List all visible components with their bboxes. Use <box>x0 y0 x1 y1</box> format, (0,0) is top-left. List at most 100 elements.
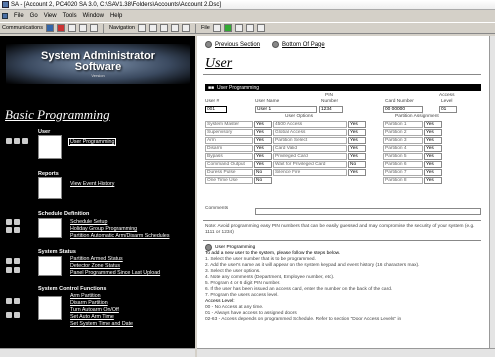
link-detector-zone-status[interactable]: Detector Zone Status <box>70 263 120 269</box>
partition-value[interactable]: Yes <box>424 137 442 144</box>
access-level-input[interactable]: 01 <box>439 106 457 113</box>
option-value[interactable]: Yes <box>348 121 366 128</box>
pin-header-line2: Number <box>321 99 339 104</box>
partition-value[interactable]: Yes <box>424 153 442 160</box>
option-value[interactable]: Yes <box>254 121 272 128</box>
forward-icon[interactable] <box>89 24 98 32</box>
left-nav-panel: System Administrator Software Version Ba… <box>0 36 195 348</box>
keypad-icon[interactable] <box>38 296 62 320</box>
schedule-icon[interactable] <box>38 218 62 238</box>
link-user-programming[interactable]: User Programming <box>68 138 117 146</box>
option-label: Duress Pulse <box>205 169 253 176</box>
menu-bar: File Go View Tools Window Help <box>0 11 495 21</box>
left-horizontal-scrollbar[interactable] <box>0 348 195 357</box>
find-icon[interactable] <box>256 24 265 32</box>
link-holiday-group[interactable]: Holiday Group Programming <box>70 226 137 232</box>
nav-home-icon[interactable] <box>170 24 179 32</box>
right-horizontal-scrollbar[interactable] <box>197 348 495 357</box>
menu-go[interactable]: Go <box>30 13 38 19</box>
option-label: Privileged Card <box>273 153 347 160</box>
user-small-icon <box>14 138 20 144</box>
partition-value[interactable]: Yes <box>424 129 442 136</box>
reports-icon[interactable] <box>38 177 62 199</box>
previous-section-button[interactable]: Previous Section <box>205 41 260 48</box>
link-arm-partition[interactable]: Arm Partition <box>70 293 101 299</box>
option-value[interactable]: Yes <box>254 137 272 144</box>
option-value[interactable]: Yes <box>254 161 272 168</box>
option-label: Command Output <box>205 161 253 168</box>
user-programming-bar: ■■ User Programming <box>205 84 481 91</box>
status-icon[interactable] <box>38 256 62 276</box>
menu-help[interactable]: Help <box>110 13 122 19</box>
status-small-icon <box>14 267 20 273</box>
option-value[interactable]: Yes <box>254 153 272 160</box>
partition-value[interactable]: Yes <box>424 169 442 176</box>
option-value[interactable]: No <box>254 177 272 184</box>
globe-icon[interactable] <box>67 24 76 32</box>
nav-refresh-icon[interactable] <box>181 24 190 32</box>
nav-page-icon[interactable] <box>137 24 146 32</box>
option-label: Supervisory <box>205 129 253 136</box>
page-title: User <box>205 56 233 71</box>
link-partition-armed-status[interactable]: Partition Armed Status <box>70 256 123 262</box>
user-programming-icon[interactable] <box>38 135 62 159</box>
option-value[interactable]: Yes <box>348 169 366 176</box>
link-autoarm-onoff[interactable]: Turn Autoarm On/Off <box>70 307 119 313</box>
pin-input[interactable]: 1234 <box>319 106 343 113</box>
link-view-event-history[interactable]: View Event History <box>70 181 114 187</box>
menu-tools[interactable]: Tools <box>63 13 77 19</box>
bottom-of-page-button[interactable]: Bottom Of Page <box>272 41 325 48</box>
partition-value[interactable]: Yes <box>424 145 442 152</box>
partition-value[interactable]: Yes <box>424 121 442 128</box>
open-folder-icon[interactable] <box>223 24 232 32</box>
new-file-icon[interactable] <box>212 24 221 32</box>
print-icon[interactable] <box>245 24 254 32</box>
option-value[interactable]: No <box>254 169 272 176</box>
card-number-input[interactable]: 00 00000 <box>383 106 423 113</box>
user-number-select[interactable]: 001 <box>205 106 227 113</box>
toolbar-separator <box>102 23 104 33</box>
user-name-input[interactable]: User 1 <box>255 106 317 113</box>
nav-forward-icon[interactable] <box>159 24 168 32</box>
partition-label: Partition 7 <box>383 169 423 176</box>
link-disarm-partition[interactable]: Disarm Partition <box>70 300 108 306</box>
option-value[interactable]: No <box>348 161 366 168</box>
menu-view[interactable]: View <box>44 13 57 19</box>
partition-value[interactable]: Yes <box>424 177 442 184</box>
option-value[interactable]: Yes <box>348 153 366 160</box>
schedule-small-icon <box>14 219 20 225</box>
option-label: Disarm <box>205 145 253 152</box>
title-divider <box>203 74 481 75</box>
stop-icon[interactable] <box>56 24 65 32</box>
link-partition-auto-arm[interactable]: Partition Automatic Arm/Disarm Schedules <box>70 233 170 239</box>
bottom-of-page-label: Bottom Of Page <box>282 41 325 48</box>
banner-line2: Software <box>74 60 122 73</box>
nav-back-icon[interactable] <box>148 24 157 32</box>
partition-value[interactable]: Yes <box>424 161 442 168</box>
option-value[interactable]: Yes <box>254 129 272 136</box>
save-icon[interactable] <box>234 24 243 32</box>
option-value[interactable]: Yes <box>348 145 366 152</box>
section-nav: Previous Section Bottom Of Page <box>205 41 325 48</box>
connect-icon[interactable] <box>45 24 54 32</box>
link-schedule-setup[interactable]: Schedule Setup <box>70 219 107 225</box>
vertical-scrollbar[interactable] <box>489 36 495 348</box>
access-level-item: 02-63 - Access depends on programmed Sch… <box>205 317 402 322</box>
control-small-icon <box>14 298 20 304</box>
users-icon: ■■ <box>208 84 215 91</box>
option-value[interactable]: Yes <box>348 137 366 144</box>
section-schedule-title: Schedule Definition <box>38 211 90 217</box>
user-options-header: User Options <box>285 114 313 119</box>
content-panel: Previous Section Bottom Of Page User ■■ … <box>197 36 489 348</box>
menu-file[interactable]: File <box>14 13 24 19</box>
back-icon[interactable] <box>78 24 87 32</box>
option-value[interactable]: Yes <box>348 129 366 136</box>
status-small-icon <box>6 267 12 273</box>
comments-input[interactable] <box>255 208 481 215</box>
link-set-auto-arm-time[interactable]: Set Auto Arm Time <box>70 314 114 320</box>
link-set-system-time[interactable]: Set System Time and Date <box>70 321 133 327</box>
product-banner: System Administrator Software Version <box>6 44 190 84</box>
menu-window[interactable]: Window <box>83 13 104 19</box>
link-panel-programmed[interactable]: Panel Programmed Since Last Upload <box>70 270 160 276</box>
option-value[interactable]: Yes <box>254 145 272 152</box>
